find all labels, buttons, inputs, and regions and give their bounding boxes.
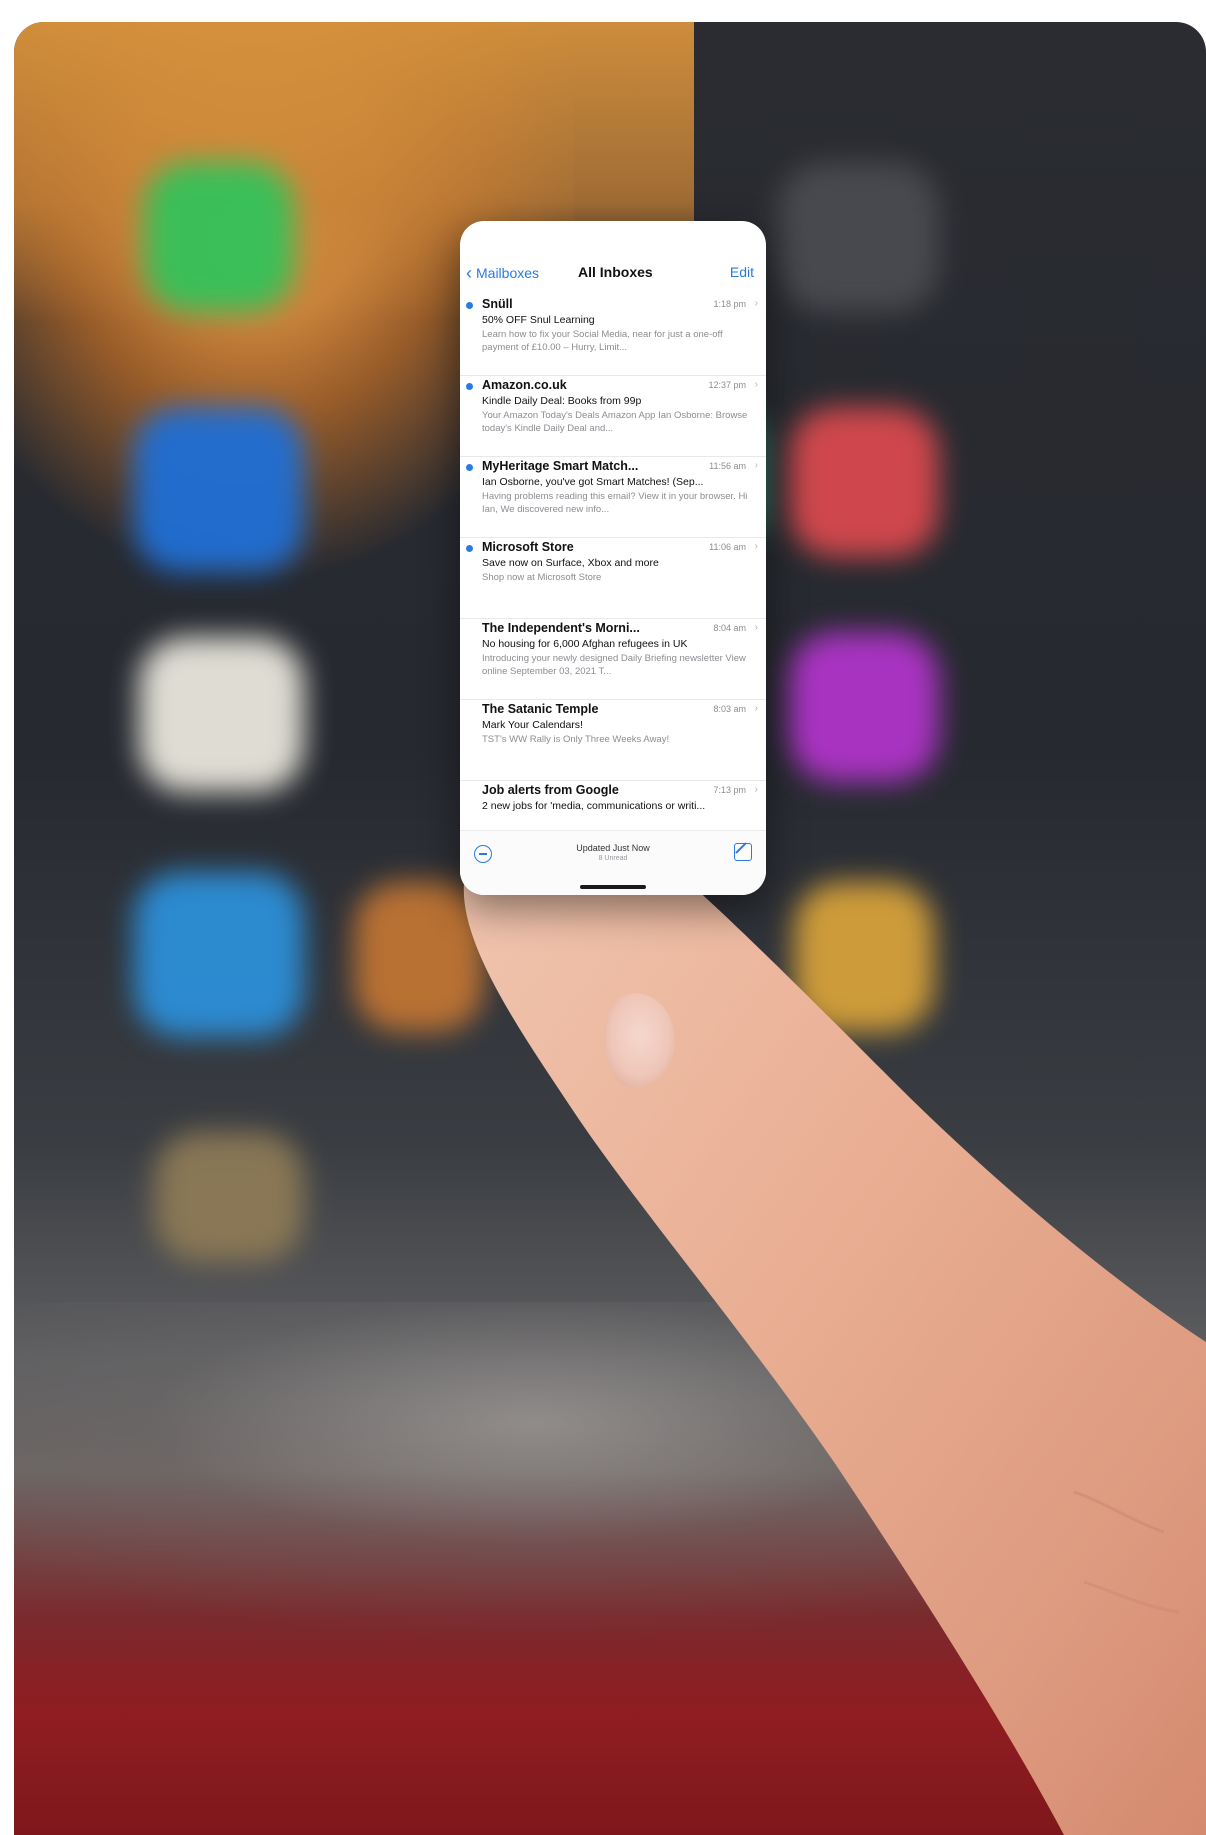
message-subject: 2 new jobs for 'media, communications or… — [482, 800, 706, 812]
message-time: 8:03 am — [713, 704, 746, 714]
compose-icon[interactable] — [734, 843, 752, 861]
message-sender: The Independent's Morni... — [482, 621, 640, 635]
page-title: All Inboxes — [578, 264, 653, 280]
blurred-home-screen-background: ‹ Mailboxes All Inboxes Edit Snüll 1:18 … — [14, 22, 1206, 1835]
message-list: Snüll 1:18 pm › 50% OFF Snul Learning Le… — [460, 295, 766, 862]
message-subject: Kindle Daily Deal: Books from 99p — [482, 395, 642, 407]
message-sender: The Satanic Temple — [482, 702, 599, 716]
message-row[interactable]: MyHeritage Smart Match... 11:56 am › Ian… — [460, 457, 766, 538]
unread-count: 8 Unread — [598, 855, 628, 862]
mailboxes-back-button[interactable]: ‹ Mailboxes — [466, 263, 540, 283]
mail-app-card[interactable]: ‹ Mailboxes All Inboxes Edit Snüll 1:18 … — [460, 221, 766, 895]
message-time: 12:37 pm — [708, 380, 746, 390]
message-row[interactable]: The Independent's Morni... 8:04 am › No … — [460, 619, 766, 700]
message-subject: Ian Osborne, you've got Smart Matches! (… — [482, 476, 704, 488]
message-subject: Save now on Surface, Xbox and more — [482, 557, 659, 569]
message-preview: TST's WW Rally is Only Three Weeks Away! — [482, 734, 670, 745]
update-status: Updated Just Now — [576, 843, 650, 853]
chevron-right-icon: › — [754, 703, 758, 714]
unread-dot-icon — [466, 302, 473, 309]
message-preview: Your Amazon Today's Deals Amazon App Ian… — [482, 410, 748, 434]
mail-navbar: ‹ Mailboxes All Inboxes Edit — [460, 221, 766, 282]
message-row[interactable]: The Satanic Temple 8:03 am › Mark Your C… — [460, 700, 766, 781]
message-sender: MyHeritage Smart Match... — [482, 459, 639, 473]
message-subject: 50% OFF Snul Learning — [482, 314, 595, 326]
unread-dot-icon — [466, 464, 473, 471]
message-time: 11:56 am — [709, 461, 746, 471]
message-time: 1:18 pm — [713, 299, 746, 309]
message-row[interactable]: Snüll 1:18 pm › 50% OFF Snul Learning Le… — [460, 295, 766, 376]
message-time: 8:04 am — [713, 623, 746, 633]
mail-toolbar: Updated Just Now 8 Unread — [460, 830, 766, 895]
message-preview: Having problems reading this email? View… — [482, 491, 748, 515]
message-row[interactable]: Amazon.co.uk 12:37 pm › Kindle Daily Dea… — [460, 376, 766, 457]
back-label: Mailboxes — [476, 265, 540, 281]
edit-button[interactable]: Edit — [730, 264, 754, 280]
message-subject: Mark Your Calendars! — [482, 719, 583, 731]
chevron-left-icon: ‹ — [466, 263, 472, 283]
chevron-right-icon: › — [754, 379, 758, 390]
chevron-right-icon: › — [754, 541, 758, 552]
message-time: 11:06 am — [709, 542, 746, 552]
chevron-right-icon: › — [754, 622, 758, 633]
chevron-right-icon: › — [754, 298, 758, 309]
chevron-right-icon: › — [754, 460, 758, 471]
unread-dot-icon — [466, 545, 473, 552]
message-preview: Shop now at Microsoft Store — [482, 572, 602, 583]
unread-dot-icon — [466, 383, 473, 390]
message-sender: Job alerts from Google — [482, 783, 619, 797]
message-subject: No housing for 6,000 Afghan refugees in … — [482, 638, 688, 650]
message-sender: Snüll — [482, 297, 513, 311]
message-sender: Amazon.co.uk — [482, 378, 567, 392]
message-time: 7:13 pm — [713, 785, 746, 795]
message-sender: Microsoft Store — [482, 540, 574, 554]
message-preview: Introducing your newly designed Daily Br… — [482, 653, 746, 677]
message-row[interactable]: Microsoft Store 11:06 am › Save now on S… — [460, 538, 766, 619]
chevron-right-icon: › — [754, 784, 758, 795]
message-preview: Learn how to fix your Social Media, near… — [482, 329, 723, 353]
home-indicator[interactable] — [580, 885, 646, 889]
